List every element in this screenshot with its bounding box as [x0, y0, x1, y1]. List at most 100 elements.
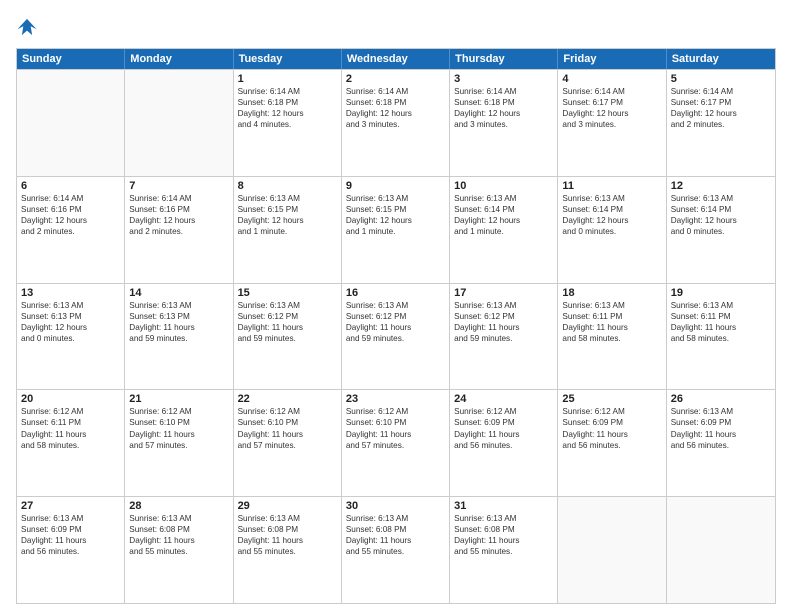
- header-day-thursday: Thursday: [450, 49, 558, 69]
- cell-info-line: Sunset: 6:11 PM: [21, 417, 120, 428]
- cell-info-line: Daylight: 11 hours: [562, 429, 661, 440]
- cell-info-line: Sunset: 6:08 PM: [346, 524, 445, 535]
- cell-info-line: Sunset: 6:15 PM: [346, 204, 445, 215]
- cell-info-line: and 2 minutes.: [21, 226, 120, 237]
- cell-info-line: and 55 minutes.: [129, 546, 228, 557]
- day-number: 12: [671, 180, 771, 192]
- cell-info-line: and 56 minutes.: [671, 440, 771, 451]
- day-number: 10: [454, 180, 553, 192]
- cell-info-line: Sunrise: 6:13 AM: [671, 193, 771, 204]
- cell-info-line: and 55 minutes.: [454, 546, 553, 557]
- calendar-row-3: 13Sunrise: 6:13 AMSunset: 6:13 PMDayligh…: [17, 283, 775, 390]
- cell-info-line: and 1 minute.: [238, 226, 337, 237]
- cell-info-line: Sunrise: 6:13 AM: [21, 300, 120, 311]
- calendar-header: SundayMondayTuesdayWednesdayThursdayFrid…: [17, 49, 775, 69]
- cell-info-line: and 57 minutes.: [238, 440, 337, 451]
- cell-info-line: and 59 minutes.: [346, 333, 445, 344]
- calendar-cell: 12Sunrise: 6:13 AMSunset: 6:14 PMDayligh…: [667, 177, 775, 283]
- cell-info-line: Daylight: 12 hours: [238, 108, 337, 119]
- calendar-cell: 2Sunrise: 6:14 AMSunset: 6:18 PMDaylight…: [342, 70, 450, 176]
- day-number: 11: [562, 180, 661, 192]
- cell-info-line: Daylight: 12 hours: [562, 108, 661, 119]
- calendar-cell: 4Sunrise: 6:14 AMSunset: 6:17 PMDaylight…: [558, 70, 666, 176]
- logo-bird-icon: [16, 16, 38, 38]
- cell-info-line: Sunset: 6:16 PM: [129, 204, 228, 215]
- cell-info-line: Daylight: 11 hours: [129, 429, 228, 440]
- cell-info-line: Sunset: 6:10 PM: [238, 417, 337, 428]
- cell-info-line: Sunset: 6:16 PM: [21, 204, 120, 215]
- cell-info-line: Daylight: 11 hours: [346, 535, 445, 546]
- day-number: 5: [671, 73, 771, 85]
- calendar-cell: 16Sunrise: 6:13 AMSunset: 6:12 PMDayligh…: [342, 284, 450, 390]
- calendar-row-2: 6Sunrise: 6:14 AMSunset: 6:16 PMDaylight…: [17, 176, 775, 283]
- calendar-cell: 26Sunrise: 6:13 AMSunset: 6:09 PMDayligh…: [667, 390, 775, 496]
- header-day-friday: Friday: [558, 49, 666, 69]
- calendar-cell: 17Sunrise: 6:13 AMSunset: 6:12 PMDayligh…: [450, 284, 558, 390]
- header-day-wednesday: Wednesday: [342, 49, 450, 69]
- cell-info-line: Daylight: 12 hours: [562, 215, 661, 226]
- cell-info-line: Daylight: 12 hours: [671, 215, 771, 226]
- cell-info-line: Sunrise: 6:13 AM: [238, 300, 337, 311]
- cell-info-line: and 4 minutes.: [238, 119, 337, 130]
- cell-info-line: Sunrise: 6:13 AM: [238, 193, 337, 204]
- cell-info-line: and 57 minutes.: [346, 440, 445, 451]
- day-number: 18: [562, 287, 661, 299]
- cell-info-line: Sunrise: 6:14 AM: [671, 86, 771, 97]
- cell-info-line: and 0 minutes.: [562, 226, 661, 237]
- cell-info-line: Daylight: 11 hours: [346, 322, 445, 333]
- cell-info-line: and 3 minutes.: [346, 119, 445, 130]
- day-number: 6: [21, 180, 120, 192]
- calendar-cell: 28Sunrise: 6:13 AMSunset: 6:08 PMDayligh…: [125, 497, 233, 603]
- cell-info-line: Daylight: 11 hours: [454, 429, 553, 440]
- cell-info-line: and 3 minutes.: [454, 119, 553, 130]
- cell-info-line: Daylight: 12 hours: [454, 215, 553, 226]
- day-number: 16: [346, 287, 445, 299]
- cell-info-line: Daylight: 11 hours: [129, 322, 228, 333]
- cell-info-line: Daylight: 11 hours: [129, 535, 228, 546]
- cell-info-line: Sunrise: 6:13 AM: [346, 513, 445, 524]
- cell-info-line: Daylight: 11 hours: [21, 429, 120, 440]
- cell-info-line: Daylight: 11 hours: [454, 322, 553, 333]
- cell-info-line: Sunrise: 6:13 AM: [454, 300, 553, 311]
- calendar-cell: 15Sunrise: 6:13 AMSunset: 6:12 PMDayligh…: [234, 284, 342, 390]
- cell-info-line: Sunrise: 6:12 AM: [129, 406, 228, 417]
- header-day-saturday: Saturday: [667, 49, 775, 69]
- cell-info-line: Sunrise: 6:13 AM: [671, 406, 771, 417]
- calendar-row-1: 1Sunrise: 6:14 AMSunset: 6:18 PMDaylight…: [17, 69, 775, 176]
- cell-info-line: Sunset: 6:10 PM: [346, 417, 445, 428]
- cell-info-line: Sunrise: 6:13 AM: [454, 513, 553, 524]
- cell-info-line: and 57 minutes.: [129, 440, 228, 451]
- calendar-cell: 21Sunrise: 6:12 AMSunset: 6:10 PMDayligh…: [125, 390, 233, 496]
- cell-info-line: Sunset: 6:12 PM: [346, 311, 445, 322]
- cell-info-line: Sunrise: 6:14 AM: [21, 193, 120, 204]
- calendar-cell: 23Sunrise: 6:12 AMSunset: 6:10 PMDayligh…: [342, 390, 450, 496]
- calendar-cell: 10Sunrise: 6:13 AMSunset: 6:14 PMDayligh…: [450, 177, 558, 283]
- calendar-cell: [667, 497, 775, 603]
- cell-info-line: Sunset: 6:17 PM: [671, 97, 771, 108]
- day-number: 20: [21, 393, 120, 405]
- calendar-cell: 31Sunrise: 6:13 AMSunset: 6:08 PMDayligh…: [450, 497, 558, 603]
- cell-info-line: and 2 minutes.: [129, 226, 228, 237]
- cell-info-line: and 56 minutes.: [454, 440, 553, 451]
- calendar-cell: 24Sunrise: 6:12 AMSunset: 6:09 PMDayligh…: [450, 390, 558, 496]
- header-day-tuesday: Tuesday: [234, 49, 342, 69]
- cell-info-line: Sunrise: 6:13 AM: [346, 300, 445, 311]
- day-number: 27: [21, 500, 120, 512]
- cell-info-line: Sunset: 6:14 PM: [562, 204, 661, 215]
- cell-info-line: Sunset: 6:09 PM: [454, 417, 553, 428]
- cell-info-line: Sunset: 6:08 PM: [129, 524, 228, 535]
- cell-info-line: Sunset: 6:09 PM: [562, 417, 661, 428]
- calendar-cell: 8Sunrise: 6:13 AMSunset: 6:15 PMDaylight…: [234, 177, 342, 283]
- cell-info-line: Sunset: 6:11 PM: [671, 311, 771, 322]
- cell-info-line: and 59 minutes.: [238, 333, 337, 344]
- cell-info-line: and 3 minutes.: [562, 119, 661, 130]
- cell-info-line: and 58 minutes.: [671, 333, 771, 344]
- cell-info-line: and 2 minutes.: [671, 119, 771, 130]
- cell-info-line: Sunset: 6:10 PM: [129, 417, 228, 428]
- cell-info-line: Sunrise: 6:12 AM: [346, 406, 445, 417]
- day-number: 4: [562, 73, 661, 85]
- day-number: 31: [454, 500, 553, 512]
- cell-info-line: Sunset: 6:14 PM: [454, 204, 553, 215]
- cell-info-line: Sunrise: 6:14 AM: [129, 193, 228, 204]
- cell-info-line: Sunset: 6:09 PM: [21, 524, 120, 535]
